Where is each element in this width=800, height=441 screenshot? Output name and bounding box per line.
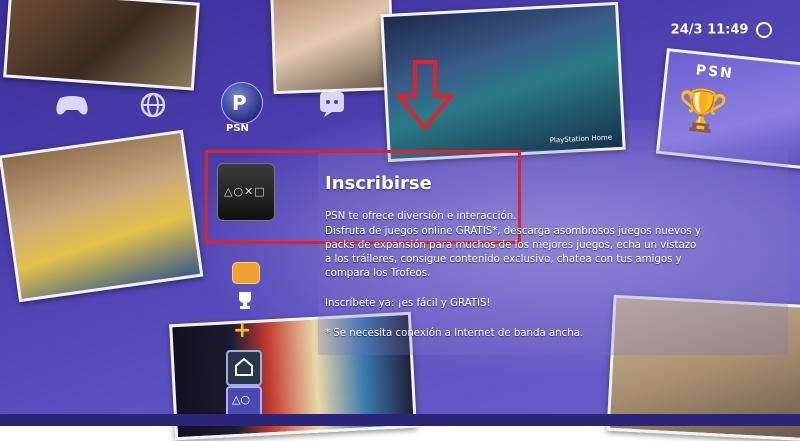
intro-line: PSN te ofrece diversión e interacción. [325,211,517,222]
trophy-cups-icon: 🏆 [675,85,730,137]
controller-icon[interactable] [54,94,90,116]
psn-card-logo: PSN [694,62,735,83]
item-title: Inscribirse [325,173,432,194]
promo-card-players[interactable] [270,0,395,95]
ps-home-label: PlayStation Home [549,133,613,145]
psn-label: PSN [226,123,249,134]
chat-icon[interactable] [318,90,346,118]
globe-icon[interactable] [140,92,166,118]
cta-text: Inscríbete ya: ¡es fácil y GRATIS! [325,298,491,309]
clock-icon [756,22,772,38]
ps-plus-icon[interactable]: + [233,320,251,342]
clock-text: 24/3 11:49 [670,22,749,38]
promo-card-couch-gamer[interactable] [0,129,204,303]
footnote: * Se necesita conexión a Internet de ban… [325,328,584,339]
bottom-frame [0,414,800,426]
arrow-down-icon [395,60,455,132]
ps-home-icon[interactable] [226,350,262,386]
clock: 24/3 11:49 [671,22,772,38]
description: Disfruta de juegos online GRATIS*, desca… [325,226,701,279]
psn-icon[interactable]: P [221,82,263,124]
promo-card-home-lounge[interactable] [3,0,200,91]
trophy-icon[interactable] [235,290,255,310]
friends-icon[interactable] [232,262,260,284]
